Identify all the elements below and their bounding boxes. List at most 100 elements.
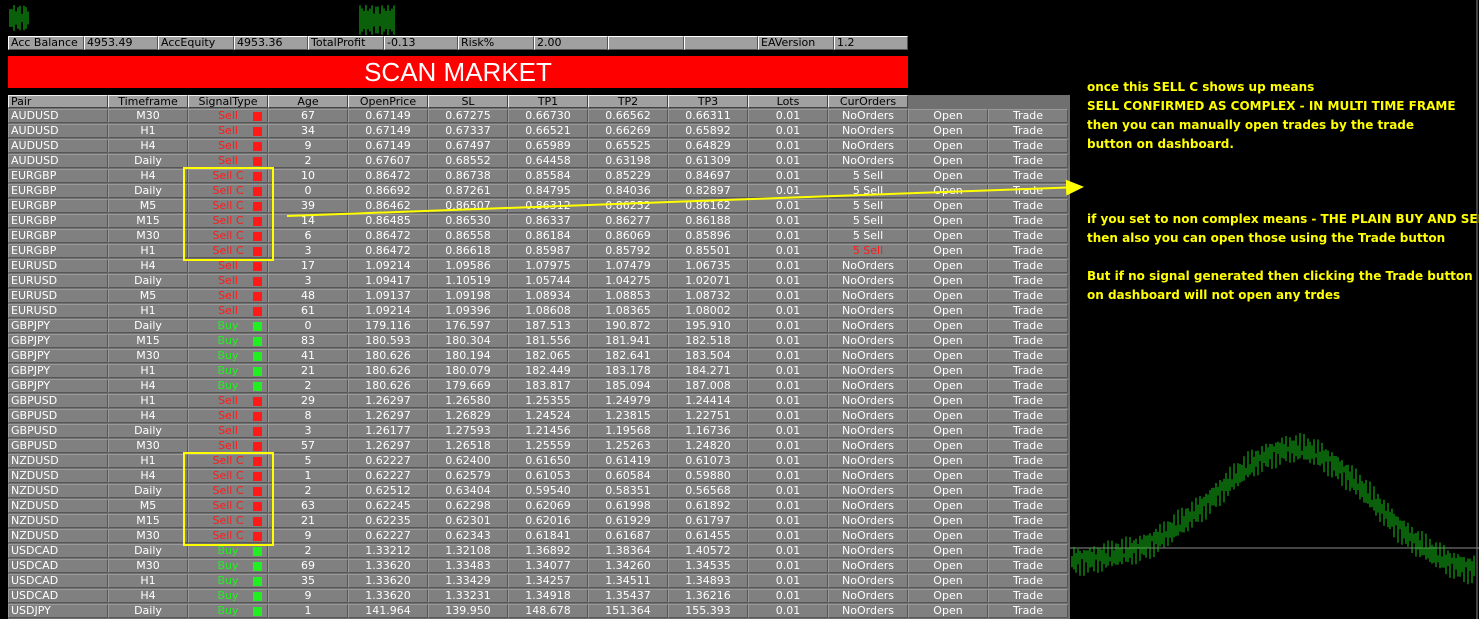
cell-tp1: 1.21456 (508, 424, 588, 438)
open-button[interactable]: Open (908, 454, 988, 468)
signal-square-icon (253, 427, 262, 436)
signal-text: Sell (218, 304, 238, 317)
trade-button[interactable]: Trade (988, 394, 1068, 408)
open-button[interactable]: Open (908, 214, 988, 228)
open-button[interactable]: Open (908, 484, 988, 498)
open-button[interactable]: Open (908, 229, 988, 243)
trade-button[interactable]: Trade (988, 424, 1068, 438)
open-button[interactable]: Open (908, 334, 988, 348)
trade-button[interactable]: Trade (988, 469, 1068, 483)
empty-header-cell (684, 36, 758, 50)
cell-open-price: 141.964 (348, 604, 428, 618)
cell-open-price: 1.09137 (348, 289, 428, 303)
trade-button[interactable]: Trade (988, 364, 1068, 378)
cell-pair: EURGBP (8, 199, 108, 213)
open-button[interactable]: Open (908, 184, 988, 198)
trade-button[interactable]: Trade (988, 184, 1068, 198)
open-button[interactable]: Open (908, 544, 988, 558)
trade-button[interactable]: Trade (988, 559, 1068, 573)
open-button[interactable]: Open (908, 289, 988, 303)
trade-button[interactable]: Trade (988, 514, 1068, 528)
cell-lots: 0.01 (748, 139, 828, 153)
open-button[interactable]: Open (908, 424, 988, 438)
trade-button[interactable]: Trade (988, 109, 1068, 123)
open-button[interactable]: Open (908, 529, 988, 543)
open-button[interactable]: Open (908, 244, 988, 258)
cell-age: 3 (268, 244, 348, 258)
trade-button[interactable]: Trade (988, 379, 1068, 393)
cell-tp3: 0.61797 (668, 514, 748, 528)
open-button[interactable]: Open (908, 199, 988, 213)
open-button[interactable]: Open (908, 439, 988, 453)
open-button[interactable]: Open (908, 604, 988, 618)
open-button[interactable]: Open (908, 379, 988, 393)
open-button[interactable]: Open (908, 274, 988, 288)
cell-open-price: 1.26297 (348, 394, 428, 408)
open-button[interactable]: Open (908, 574, 988, 588)
cell-cur-orders: NoOrders (828, 454, 908, 468)
trade-button[interactable]: Trade (988, 244, 1068, 258)
cell-tp3: 0.86162 (668, 199, 748, 213)
cell-pair: EURGBP (8, 244, 108, 258)
trade-button[interactable]: Trade (988, 214, 1068, 228)
cell-tp3: 182.518 (668, 334, 748, 348)
trade-button[interactable]: Trade (988, 169, 1068, 183)
annotation-text: button on dashboard. (1087, 137, 1234, 151)
open-button[interactable]: Open (908, 514, 988, 528)
trade-button[interactable]: Trade (988, 439, 1068, 453)
open-button[interactable]: Open (908, 304, 988, 318)
trade-button[interactable]: Trade (988, 289, 1068, 303)
trade-button[interactable]: Trade (988, 124, 1068, 138)
scan-market-button[interactable]: SCAN MARKET (8, 56, 908, 88)
cell-age: 9 (268, 139, 348, 153)
trade-button[interactable]: Trade (988, 154, 1068, 168)
cell-tp1: 1.05744 (508, 274, 588, 288)
open-button[interactable]: Open (908, 559, 988, 573)
open-button[interactable]: Open (908, 139, 988, 153)
cell-tp2: 1.19568 (588, 424, 668, 438)
cell-age: 21 (268, 364, 348, 378)
open-button[interactable]: Open (908, 469, 988, 483)
trade-button[interactable]: Trade (988, 139, 1068, 153)
trade-button[interactable]: Trade (988, 259, 1068, 273)
open-button[interactable]: Open (908, 319, 988, 333)
cell-lots: 0.01 (748, 544, 828, 558)
cell-tp2: 0.60584 (588, 469, 668, 483)
open-button[interactable]: Open (908, 349, 988, 363)
trade-button[interactable]: Trade (988, 334, 1068, 348)
open-button[interactable]: Open (908, 109, 988, 123)
cell-tp2: 1.24979 (588, 394, 668, 408)
trade-button[interactable]: Trade (988, 199, 1068, 213)
trade-button[interactable]: Trade (988, 544, 1068, 558)
open-button[interactable]: Open (908, 364, 988, 378)
cell-cur-orders: NoOrders (828, 259, 908, 273)
trade-button[interactable]: Trade (988, 529, 1068, 543)
trade-button[interactable]: Trade (988, 349, 1068, 363)
trade-button[interactable]: Trade (988, 319, 1068, 333)
open-button[interactable]: Open (908, 409, 988, 423)
trade-button[interactable]: Trade (988, 484, 1068, 498)
trade-button[interactable]: Trade (988, 409, 1068, 423)
open-button[interactable]: Open (908, 124, 988, 138)
trade-button[interactable]: Trade (988, 574, 1068, 588)
cell-tp2: 151.364 (588, 604, 668, 618)
cell-sl: 1.09198 (428, 289, 508, 303)
trade-button[interactable]: Trade (988, 304, 1068, 318)
open-button[interactable]: Open (908, 394, 988, 408)
cell-lots: 0.01 (748, 109, 828, 123)
cell-tp3: 1.06735 (668, 259, 748, 273)
open-button[interactable]: Open (908, 589, 988, 603)
open-button[interactable]: Open (908, 259, 988, 273)
signal-text: Buy (217, 559, 239, 572)
trade-button[interactable]: Trade (988, 229, 1068, 243)
cell-cur-orders: 5 Sell (828, 214, 908, 228)
trade-button[interactable]: Trade (988, 604, 1068, 618)
open-button[interactable]: Open (908, 499, 988, 513)
trade-button[interactable]: Trade (988, 454, 1068, 468)
cell-tp2: 0.85792 (588, 244, 668, 258)
open-button[interactable]: Open (908, 169, 988, 183)
trade-button[interactable]: Trade (988, 589, 1068, 603)
trade-button[interactable]: Trade (988, 499, 1068, 513)
open-button[interactable]: Open (908, 154, 988, 168)
trade-button[interactable]: Trade (988, 274, 1068, 288)
